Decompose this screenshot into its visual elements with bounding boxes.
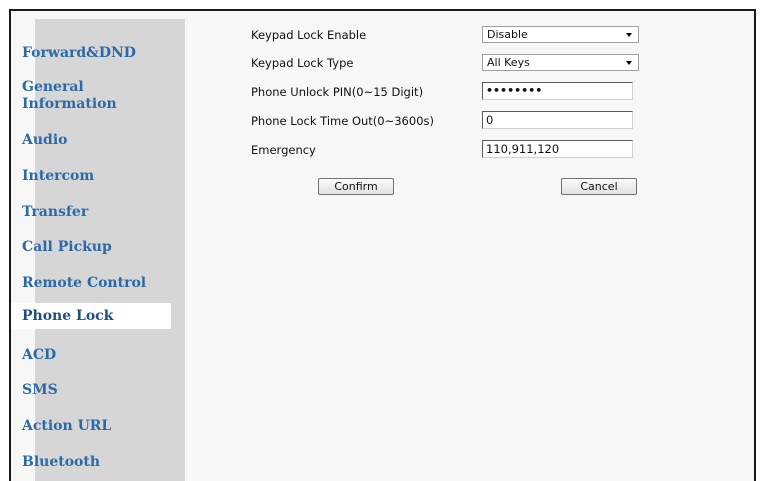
keypad-lock-type-select[interactable]: All Keys — [482, 54, 639, 71]
keypad-lock-type-value: All Keys — [487, 56, 530, 69]
lock-timeout-label: Phone Lock Time Out(0~3600s) — [251, 114, 434, 128]
unlock-pin-field[interactable]: •••••••• — [482, 82, 633, 100]
unlock-pin-label: Phone Unlock PIN(0~15 Digit) — [251, 85, 424, 99]
sidebar-item-acd[interactable]: ACD — [11, 347, 161, 364]
lock-timeout-field[interactable]: 0 — [482, 111, 633, 129]
emergency-label: Emergency — [251, 143, 316, 157]
confirm-button[interactable]: Confirm — [318, 178, 394, 195]
sidebar-item-sms[interactable]: SMS — [11, 382, 161, 399]
sidebar-item-intercom[interactable]: Intercom — [11, 168, 161, 185]
cancel-button[interactable]: Cancel — [561, 178, 637, 195]
sidebar-item-call-pickup[interactable]: Call Pickup — [11, 239, 161, 256]
sidebar-item-bluetooth[interactable]: Bluetooth — [11, 454, 161, 471]
emergency-field[interactable]: 110,911,120 — [482, 140, 633, 158]
chevron-down-icon — [626, 33, 632, 37]
chevron-down-icon — [626, 61, 632, 65]
sidebar-item-general-information[interactable]: General Information — [11, 79, 161, 113]
phone-settings-window: Forward&DND General Information Audio In… — [9, 9, 756, 481]
keypad-lock-enable-select[interactable]: Disable — [482, 26, 639, 43]
sidebar-item-audio[interactable]: Audio — [11, 132, 161, 149]
sidebar-item-action-url[interactable]: Action URL — [11, 418, 161, 435]
sidebar-item-phone-lock[interactable]: Phone Lock — [11, 303, 171, 329]
sidebar-item-forward-dnd[interactable]: Forward&DND — [11, 45, 161, 62]
keypad-lock-enable-value: Disable — [487, 28, 528, 41]
sidebar-item-transfer[interactable]: Transfer — [11, 204, 161, 221]
keypad-lock-type-label: Keypad Lock Type — [251, 56, 354, 70]
keypad-lock-enable-label: Keypad Lock Enable — [251, 28, 367, 42]
sidebar-item-remote-control[interactable]: Remote Control — [11, 275, 161, 292]
